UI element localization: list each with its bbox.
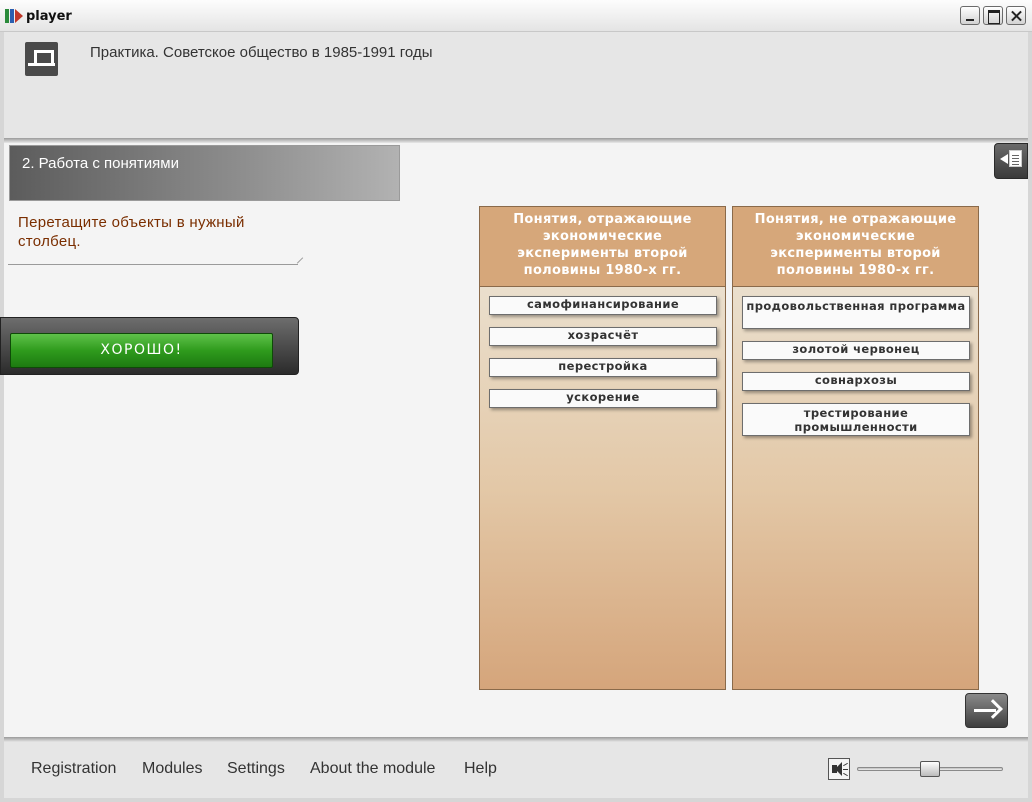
draggable-card[interactable]: хозрасчёт bbox=[489, 327, 717, 346]
arrow-left-icon bbox=[1000, 154, 1008, 164]
column-drop-zone[interactable]: самофинансирование хозрасчёт перестройка… bbox=[480, 286, 725, 689]
close-button[interactable] bbox=[1006, 6, 1026, 25]
draggable-card[interactable]: ускорение bbox=[489, 389, 717, 408]
app-header: Практика. Советское общество в 1985-1991… bbox=[4, 32, 1028, 140]
feedback-button[interactable]: ХОРОШО! bbox=[10, 333, 273, 368]
maximize-button[interactable] bbox=[983, 6, 1003, 25]
column-drop-zone[interactable]: продовольственная программа золотой черв… bbox=[733, 286, 978, 689]
menu-help[interactable]: Help bbox=[464, 760, 497, 778]
arrow-right-head bbox=[983, 699, 1003, 719]
minimize-button[interactable] bbox=[960, 6, 980, 25]
column-header: Понятия, не отражающие экономические экс… bbox=[733, 207, 978, 286]
window-titlebar: player bbox=[0, 0, 1032, 32]
menu-about-module[interactable]: About the module bbox=[310, 760, 435, 778]
page-title: Практика. Советское общество в 1985-1991… bbox=[90, 44, 433, 61]
menu-settings[interactable]: Settings bbox=[227, 760, 285, 778]
draggable-card[interactable]: продовольственная программа bbox=[742, 296, 970, 329]
window-title: player bbox=[26, 9, 72, 24]
content-area: 2. Работа с понятиями Перетащите объекты… bbox=[0, 143, 1028, 737]
document-icon bbox=[1009, 150, 1022, 167]
next-button[interactable] bbox=[965, 693, 1008, 728]
draggable-card[interactable]: трестирование промышленности bbox=[742, 403, 970, 436]
draggable-card[interactable]: самофинансирование bbox=[489, 296, 717, 315]
footer-bar: Registration Modules Settings About the … bbox=[4, 742, 1028, 798]
volume-slider-thumb[interactable] bbox=[920, 761, 940, 777]
app-logo-icon bbox=[25, 42, 58, 76]
drop-column-non-economic[interactable]: Понятия, не отражающие экономические экс… bbox=[732, 206, 979, 690]
drop-column-economic[interactable]: Понятия, отражающие экономические экспер… bbox=[479, 206, 726, 690]
draggable-card[interactable]: совнархозы bbox=[742, 372, 970, 391]
player-app-icon bbox=[5, 9, 23, 23]
section-title-tab: 2. Работа с понятиями bbox=[9, 145, 400, 201]
menu-registration[interactable]: Registration bbox=[31, 760, 116, 778]
draggable-card[interactable]: золотой червонец bbox=[742, 341, 970, 360]
side-panel-toggle[interactable] bbox=[994, 143, 1028, 179]
task-instruction: Перетащите объекты в нужный столбец. bbox=[18, 214, 245, 250]
instruction-divider bbox=[8, 264, 298, 265]
section-title: 2. Работа с понятиями bbox=[22, 155, 179, 172]
draggable-card[interactable]: перестройка bbox=[489, 358, 717, 377]
speaker-mute-icon[interactable] bbox=[828, 758, 850, 780]
menu-modules[interactable]: Modules bbox=[142, 760, 202, 778]
column-header: Понятия, отражающие экономические экспер… bbox=[480, 207, 725, 286]
feedback-panel: ХОРОШО! bbox=[0, 317, 299, 375]
